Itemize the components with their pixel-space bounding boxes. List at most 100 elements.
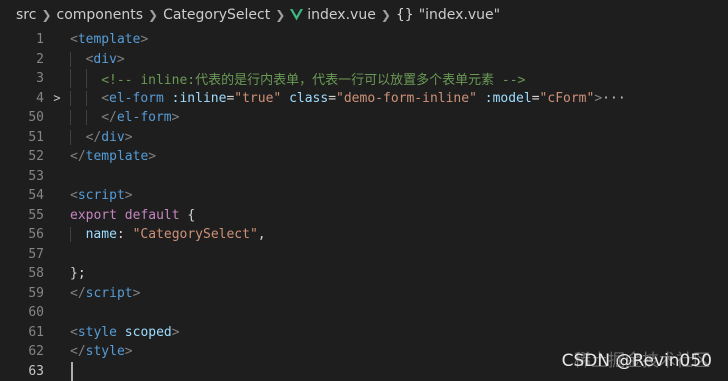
- line-number: 3: [0, 71, 44, 86]
- code-line[interactable]: 50 </el-form>: [0, 108, 728, 128]
- code-line[interactable]: 2 <div>: [0, 50, 728, 70]
- code-token: =: [328, 91, 336, 106]
- code-content: };: [70, 266, 86, 281]
- chevron-right-icon: ❯: [275, 8, 285, 22]
- code-token: :inline: [172, 91, 227, 106]
- code-content: <el-form :inline="true" class="demo-form…: [70, 91, 626, 106]
- code-token: </: [101, 110, 117, 125]
- line-number: 61: [0, 325, 44, 340]
- code-token: script: [86, 286, 133, 301]
- code-line[interactable]: 57: [0, 245, 728, 265]
- code-line[interactable]: 52</template>: [0, 147, 728, 167]
- code-token: div: [93, 52, 116, 67]
- code-token: >: [125, 188, 133, 203]
- code-token: [117, 208, 125, 223]
- folded-ellipsis[interactable]: ···: [602, 91, 625, 106]
- code-token: "cForm": [540, 91, 595, 106]
- indent-guide: [70, 69, 71, 88]
- code-token: "demo-form-inline": [336, 91, 477, 106]
- indent-guide: [70, 91, 71, 106]
- code-line[interactable]: 54 <script>: [0, 186, 728, 206]
- code-line[interactable]: 51 </div>: [0, 128, 728, 148]
- code-token: </: [86, 130, 102, 145]
- code-token: "true": [234, 91, 281, 106]
- code-line[interactable]: 58};: [0, 264, 728, 284]
- code-token: template: [78, 32, 141, 47]
- code-line[interactable]: 55export default {: [0, 206, 728, 226]
- code-token: >: [172, 325, 180, 340]
- code-token: div: [101, 130, 124, 145]
- breadcrumb: src ❯ components ❯ CategorySelect ❯ inde…: [0, 0, 728, 30]
- code-token: :model: [485, 91, 532, 106]
- line-number: 56: [0, 227, 44, 242]
- line-number: 53: [0, 169, 44, 184]
- code-token: </: [70, 149, 86, 164]
- line-number: 55: [0, 208, 44, 223]
- code-token: </: [70, 286, 86, 301]
- code-token: >: [148, 149, 156, 164]
- line-number: 60: [0, 305, 44, 320]
- indent-guide: [86, 91, 87, 106]
- line-number: 57: [0, 247, 44, 262]
- code-token: template: [86, 149, 149, 164]
- code-token: <: [70, 325, 78, 340]
- breadcrumb-item-src[interactable]: src: [16, 7, 36, 23]
- line-number: 50: [0, 110, 44, 125]
- code-line[interactable]: 59</script>: [0, 284, 728, 304]
- code-token: >: [133, 286, 141, 301]
- line-number: 4: [0, 91, 44, 106]
- indent-guide: [70, 110, 71, 125]
- breadcrumb-item-categoryselect[interactable]: CategorySelect: [163, 7, 270, 23]
- code-token: </: [70, 344, 86, 359]
- line-number: 54: [0, 188, 44, 203]
- code-token: style: [78, 325, 117, 340]
- code-token: <: [70, 188, 78, 203]
- code-token: default: [125, 208, 180, 223]
- code-content: <template>: [70, 32, 148, 47]
- code-content: <style scoped>: [70, 325, 180, 340]
- code-line[interactable]: 53: [0, 167, 728, 187]
- code-token: el-form: [117, 110, 172, 125]
- breadcrumb-item-symbol[interactable]: "index.vue": [419, 7, 500, 23]
- code-line[interactable]: 3 <!-- inline:代表的是行内表单，代表一行可以放置多个表单元素 -->: [0, 69, 728, 89]
- breadcrumb-item-file[interactable]: index.vue: [307, 7, 376, 23]
- code-token: >: [172, 110, 180, 125]
- code-content: <!-- inline:代表的是行内表单，代表一行可以放置多个表单元素 -->: [70, 69, 525, 88]
- code-token: [281, 91, 289, 106]
- code-token: <: [101, 91, 109, 106]
- code-token: <: [86, 52, 94, 67]
- code-token: >: [125, 130, 133, 145]
- code-token: name: [86, 227, 117, 242]
- code-token: =: [532, 91, 540, 106]
- indent-guide: [86, 110, 87, 125]
- code-token: export: [70, 208, 117, 223]
- code-line[interactable]: 4><el-form :inline="true" class="demo-fo…: [0, 89, 728, 109]
- code-line[interactable]: 60: [0, 303, 728, 323]
- code-editor[interactable]: 1<template>2<div>3<!-- inline:代表的是行内表单，代…: [0, 30, 728, 379]
- code-content: </div>: [70, 130, 133, 145]
- line-number: 51: [0, 130, 44, 145]
- line-number: 58: [0, 266, 44, 281]
- code-token: el-form: [109, 91, 164, 106]
- code-line[interactable]: 61 <style scoped>: [0, 323, 728, 343]
- code-token: >: [117, 52, 125, 67]
- line-number: 63: [0, 364, 44, 379]
- indent-guide: [70, 52, 71, 67]
- code-token: [477, 91, 485, 106]
- line-number: 2: [0, 52, 44, 67]
- code-token: scoped: [125, 325, 172, 340]
- code-content: </style>: [70, 344, 133, 359]
- breadcrumb-item-components[interactable]: components: [57, 7, 144, 23]
- code-line[interactable]: 1<template>: [0, 30, 728, 50]
- code-content: <script>: [70, 188, 133, 203]
- code-token: <: [70, 32, 78, 47]
- vue-file-icon: [290, 9, 303, 21]
- code-token: <!-- inline:代表的是行内表单，代表一行可以放置多个表单元素 -->: [101, 69, 525, 88]
- code-token: [164, 91, 172, 106]
- text-cursor: [71, 362, 73, 381]
- indent-guide: [70, 227, 71, 242]
- code-token: >: [125, 344, 133, 359]
- fold-chevron-icon[interactable]: >: [44, 91, 70, 105]
- indent-guide: [70, 130, 71, 145]
- code-line[interactable]: 56name: "CategorySelect",: [0, 225, 728, 245]
